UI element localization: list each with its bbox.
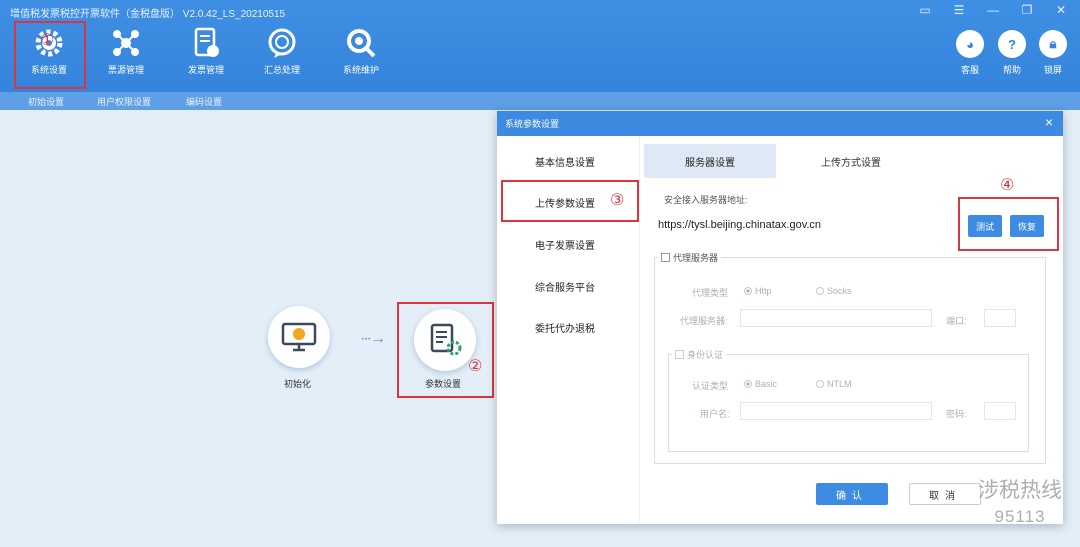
subnav-item-initial-settings[interactable]: 初始设置	[28, 95, 64, 108]
proxy-port-label: 端口:	[946, 316, 967, 326]
system-parameters-dialog: 系统参数设置 × 基本信息设置 上传参数设置 电子发票设置 综合服务平台 委托代…	[497, 111, 1063, 524]
wrench-search-icon	[344, 26, 378, 60]
toolbar-ticket-source[interactable]: 票源管理	[93, 26, 159, 76]
radio-dot	[744, 380, 752, 388]
highlight-box-step4	[958, 197, 1059, 251]
step-number-3: ③	[610, 190, 625, 209]
radio-dot	[744, 287, 752, 295]
toolbar-label: 客服	[960, 65, 979, 75]
proxy-port-input[interactable]	[984, 309, 1016, 327]
close-icon[interactable]: ×	[1045, 114, 1053, 130]
menu-icon[interactable]: ☰	[952, 3, 966, 17]
confirm-button[interactable]: 确认	[816, 483, 888, 505]
monitor-icon	[281, 322, 317, 352]
subnav-item-code-settings[interactable]: 编码设置	[186, 95, 222, 108]
initialize-step-button[interactable]	[268, 306, 330, 368]
minimize-icon[interactable]: —	[986, 3, 1000, 17]
proxy-type-socks-label: Socks	[827, 286, 852, 296]
summary-icon	[265, 26, 299, 60]
proxy-type-label: 代理类型	[692, 288, 729, 298]
step-number-4: ④	[1000, 175, 1015, 194]
toolbar-label: 汇总处理	[263, 65, 300, 75]
proxy-server-checkbox[interactable]	[661, 253, 670, 262]
toolbar-label: 系统维护	[342, 65, 379, 75]
password-label: 密码:	[946, 409, 967, 419]
watermark-line2: 95113	[994, 507, 1046, 526]
proxy-server-field-label: 代理服务器:	[680, 316, 728, 326]
sidebar-item-entrusted-refund[interactable]: 委托代办退税	[535, 320, 595, 335]
watermark-line1: 涉税热线	[978, 479, 1062, 502]
sidebar-item-basic-info[interactable]: 基本信息设置	[535, 154, 595, 169]
auth-type-basic-label: Basic	[755, 379, 778, 389]
toolbar-customer-service[interactable]: ◕ 客服	[950, 30, 990, 76]
window-controls: ▭ ☰ — ❐ ✕	[918, 3, 1068, 17]
toolbar-label: 帮助	[1002, 65, 1021, 75]
auth-type-label: 认证类型	[692, 381, 729, 391]
help-icon: ?	[998, 30, 1026, 58]
sidebar-item-e-invoice[interactable]: 电子发票设置	[535, 237, 595, 252]
dialog-header: 系统参数设置 ×	[497, 111, 1063, 136]
tab-server-settings[interactable]: 服务器设置	[644, 144, 776, 178]
toolbar-help[interactable]: ? 帮助	[992, 30, 1032, 76]
authentication-checkbox[interactable]	[675, 350, 684, 359]
cancel-button[interactable]: 取消	[909, 483, 981, 505]
toolbar-label: 发票管理	[187, 65, 224, 75]
chat-icon[interactable]: ▭	[918, 3, 932, 17]
proxy-type-http-radio[interactable]: Http	[744, 286, 772, 296]
proxy-type-http-label: Http	[755, 286, 772, 296]
sub-navigation: 初始设置 用户权限设置 编码设置	[0, 92, 1080, 110]
toolbar-system-maintenance[interactable]: 系统维护	[328, 26, 394, 76]
step-number-1: ①	[40, 30, 55, 49]
username-label: 用户名:	[700, 409, 730, 419]
toolbar-summary-processing[interactable]: 汇总处理	[249, 26, 315, 76]
robot-icon: ◕	[956, 30, 984, 58]
network-icon	[109, 26, 143, 60]
radio-dot	[816, 380, 824, 388]
step-number-2: ②	[468, 356, 483, 375]
highlight-box-step2	[397, 302, 494, 398]
server-address-label: 安全接入服务器地址:	[664, 195, 748, 205]
watermark: 涉税热线 95113	[978, 478, 1062, 530]
proxy-server-legend-label: 代理服务器	[673, 253, 719, 263]
toolbar-invoice-management[interactable]: 发票管理	[173, 26, 239, 76]
toolbar-label: 锁屏	[1043, 65, 1062, 75]
restore-icon[interactable]: ❐	[1020, 3, 1034, 17]
app-title: 增值税发票税控开票软件（金税盘版） V2.0.42_LS_20210515	[10, 9, 286, 20]
auth-type-ntlm-label: NTLM	[827, 379, 852, 389]
server-address-input[interactable]: https://tysl.beijing.chinatax.gov.cn	[658, 215, 958, 235]
proxy-type-socks-radio[interactable]: Socks	[816, 286, 852, 296]
auth-type-basic-radio[interactable]: Basic	[744, 379, 777, 389]
proxy-server-legend[interactable]: 代理服务器	[658, 251, 722, 264]
subnav-item-user-permissions[interactable]: 用户权限设置	[97, 95, 151, 108]
sidebar-item-service-platform[interactable]: 综合服务平台	[535, 279, 595, 294]
tab-upload-method[interactable]: 上传方式设置	[786, 144, 916, 178]
dialog-content: 服务器设置 上传方式设置 安全接入服务器地址: https://tysl.bei…	[639, 136, 1063, 524]
proxy-server-input[interactable]	[740, 309, 932, 327]
authentication-legend-label: 身份认证	[687, 350, 724, 360]
invoice-icon	[189, 26, 223, 60]
password-input[interactable]	[984, 402, 1016, 420]
close-icon[interactable]: ✕	[1054, 3, 1068, 17]
toolbar-label: 票源管理	[107, 65, 144, 75]
flow-arrow-icon: ···→	[360, 330, 386, 347]
auth-type-ntlm-radio[interactable]: NTLM	[816, 379, 852, 389]
top-toolbar: 增值税发票税控开票软件（金税盘版） V2.0.42_LS_20210515 ▭ …	[0, 0, 1080, 92]
radio-dot	[816, 287, 824, 295]
username-input[interactable]	[740, 402, 932, 420]
toolbar-lock-screen[interactable]: 🔒︎ 锁屏	[1033, 30, 1073, 76]
dialog-title: 系统参数设置	[505, 119, 560, 129]
authentication-legend[interactable]: 身份认证	[672, 348, 727, 361]
lock-icon: 🔒︎	[1039, 30, 1067, 58]
initialize-step-label: 初始化	[284, 379, 312, 389]
